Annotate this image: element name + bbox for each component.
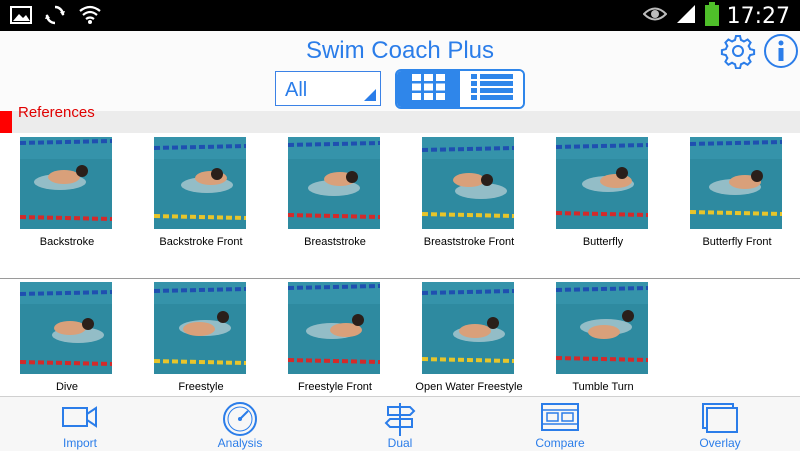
video-thumbnail: [154, 137, 246, 229]
reference-label: Breaststroke: [304, 236, 366, 248]
video-thumbnail: [20, 137, 112, 229]
nav-analysis-label: Analysis: [217, 436, 263, 450]
reference-item[interactable]: Freestyle: [134, 278, 268, 396]
gauge-icon: [220, 401, 260, 436]
video-thumbnail: [422, 137, 514, 229]
reference-label: Backstroke: [39, 236, 95, 248]
reference-item[interactable]: Butterfly: [536, 133, 670, 263]
gallery-notification-icon: [10, 5, 32, 30]
reference-label: Butterfly Front: [702, 236, 772, 248]
sync-icon: [44, 4, 66, 31]
reference-label: Breaststroke Front: [423, 236, 515, 248]
video-thumbnail: [20, 282, 112, 374]
category-filter-dropdown[interactable]: All: [275, 71, 381, 106]
app-title: Swim Coach Plus: [305, 37, 495, 64]
grid-icon: [411, 73, 447, 106]
reference-item[interactable]: Open Water Freestyle: [402, 278, 536, 396]
status-clock: 17:27: [726, 4, 790, 29]
signal-icon: [675, 3, 697, 30]
nav-dual-label: Dual: [387, 436, 413, 450]
reference-label: Open Water Freestyle: [415, 381, 523, 393]
reference-label: Freestyle Front: [298, 381, 372, 393]
nav-compare-label: Compare: [535, 436, 585, 450]
nav-dual[interactable]: Dual: [350, 397, 450, 451]
nav-import-label: Import: [62, 436, 97, 450]
status-bar: 17:27: [0, 0, 800, 31]
reference-item[interactable]: Tumble Turn: [536, 278, 670, 396]
battery-icon: [704, 2, 719, 31]
reference-label: Dive: [55, 381, 78, 393]
dropdown-triangle-icon: [364, 89, 376, 101]
video-thumbnail: [288, 282, 380, 374]
info-icon: [763, 34, 799, 73]
reference-item[interactable]: Freestyle Front: [268, 278, 402, 396]
video-thumbnail: [288, 137, 380, 229]
gear-icon: [720, 35, 756, 73]
video-thumbnail: [690, 137, 782, 229]
overlay-icon: [700, 401, 740, 433]
reference-item[interactable]: Breaststroke Front: [402, 133, 536, 263]
grid-view-button[interactable]: [397, 71, 460, 107]
reference-label: Freestyle: [178, 381, 224, 393]
reference-grid: Backstroke Backstroke Front Breaststroke Br…: [0, 133, 800, 396]
reference-label: Tumble Turn: [572, 381, 634, 393]
section-label: References: [18, 104, 95, 121]
bottom-navigation: Import Analysis Dual Compare Overlay: [0, 396, 800, 451]
list-icon: [470, 73, 514, 106]
eye-icon: [642, 5, 668, 28]
video-thumbnail: [422, 282, 514, 374]
nav-import[interactable]: Import: [30, 397, 130, 451]
references-section-header: References: [0, 104, 800, 133]
reference-item[interactable]: Butterfly Front: [670, 133, 800, 263]
nav-overlay-label: Overlay: [699, 436, 741, 450]
signpost-icon: [380, 401, 420, 436]
wifi-icon: [78, 5, 102, 30]
section-marker: [0, 111, 12, 133]
info-button[interactable]: [763, 33, 799, 69]
reference-item[interactable]: Backstroke: [0, 133, 134, 263]
view-mode-toggle: [395, 69, 525, 109]
list-view-button[interactable]: [460, 71, 523, 107]
reference-item[interactable]: Dive: [0, 278, 134, 396]
video-thumbnail: [154, 282, 246, 374]
nav-compare[interactable]: Compare: [510, 397, 610, 451]
reference-item[interactable]: Backstroke Front: [134, 133, 268, 263]
reference-label: Butterfly: [582, 236, 624, 248]
reference-label: Backstroke Front: [159, 236, 243, 248]
filmstrip-icon: [540, 401, 580, 433]
video-camera-icon: [60, 401, 100, 433]
nav-overlay[interactable]: Overlay: [670, 397, 770, 451]
nav-analysis[interactable]: Analysis: [190, 397, 290, 451]
video-thumbnail: [556, 137, 648, 229]
filter-selected-value: All: [285, 79, 308, 101]
reference-item[interactable]: Breaststroke: [268, 133, 402, 263]
app-header: Swim Coach Plus All: [0, 31, 800, 111]
settings-button[interactable]: [720, 33, 756, 70]
video-thumbnail: [556, 282, 648, 374]
